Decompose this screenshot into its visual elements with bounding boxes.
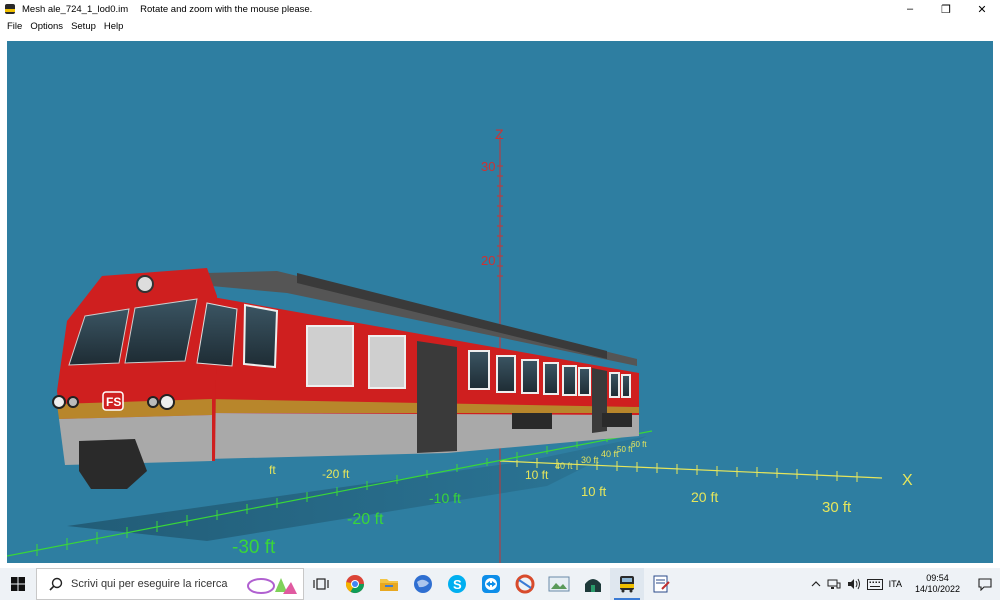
clock[interactable]: 09:54 14/10/2022 — [905, 568, 970, 600]
y-tick-minus10: -10 ft — [429, 490, 461, 506]
windshield-right — [124, 298, 198, 364]
minimize-button[interactable]: – — [892, 0, 928, 18]
front-light-left-1 — [52, 395, 66, 409]
x-tick-20: 20 ft — [691, 489, 718, 505]
passenger-door-1 — [417, 341, 457, 453]
restore-button[interactable]: ❐ — [928, 0, 964, 18]
system-tray: ITA 09:54 14/10/2022 — [808, 568, 1000, 600]
3d-viewport[interactable]: Z 30 20 X 10 ft 10 ft 20 ft 30 ft -10 ft… — [7, 41, 993, 563]
tray-chevron-icon[interactable] — [808, 568, 824, 600]
notification-icon[interactable] — [970, 568, 1000, 600]
y-tick-minus20-back: -20 ft — [322, 467, 350, 481]
start-button[interactable] — [0, 568, 36, 600]
z-axis-label: Z — [495, 126, 504, 142]
menu-setup[interactable]: Setup — [67, 21, 100, 32]
near-tick-60: 60 ft — [631, 440, 647, 449]
x-axis-label: X — [902, 472, 913, 489]
clock-time: 09:54 — [926, 573, 949, 583]
bogie-mid — [512, 413, 552, 429]
bogie-rear — [602, 413, 632, 427]
window-title: Mesh ale_724_1_lod0.im — [22, 3, 129, 15]
task-view-icon[interactable] — [304, 568, 338, 600]
game-icon[interactable] — [576, 568, 610, 600]
scene-svg: Z 30 20 X 10 ft 10 ft 20 ft 30 ft -10 ft… — [7, 126, 913, 563]
side-window-6 — [578, 367, 591, 396]
vent-grille-2 — [368, 335, 406, 389]
network-icon[interactable] — [824, 568, 844, 600]
taskbar: Scrivi qui per eseguire la ricerca S ITA… — [0, 568, 1000, 600]
x-tick-30: 30 ft — [822, 499, 852, 516]
side-window-2 — [496, 355, 516, 393]
side-window-8 — [621, 374, 631, 398]
front-light-right-1 — [159, 394, 175, 410]
menu-bar: File Options Setup Help — [0, 18, 1000, 34]
near-tick-30: 30 ft — [581, 455, 599, 465]
editor-icon[interactable] — [644, 568, 678, 600]
y-tick-minus20: -20 ft — [347, 511, 384, 528]
keyboard-icon[interactable] — [864, 568, 886, 600]
ccleaner-icon[interactable] — [508, 568, 542, 600]
skype-icon[interactable]: S — [440, 568, 474, 600]
x-tick-10b: 10 ft — [581, 484, 607, 499]
search-highlight-icon — [247, 578, 297, 594]
svg-text:S: S — [453, 577, 462, 592]
front-coupler — [79, 439, 147, 489]
teamviewer-icon[interactable] — [474, 568, 508, 600]
browser-globe-icon[interactable] — [406, 568, 440, 600]
y-tick-ft-back: ft — [269, 463, 276, 477]
menu-file[interactable]: File — [3, 21, 26, 32]
front-light-right-2 — [147, 396, 159, 408]
clock-date: 14/10/2022 — [914, 584, 960, 594]
x-tick-10a: 10 ft — [525, 468, 549, 482]
side-window-7 — [609, 372, 620, 398]
search-box[interactable]: Scrivi qui per eseguire la ricerca — [36, 568, 304, 600]
train-model: FS — [52, 268, 639, 489]
windows-logo-icon — [11, 577, 25, 591]
z-tick-20: 20 — [481, 253, 495, 268]
near-tick-40b: 40 ft — [555, 461, 573, 471]
side-window-1 — [468, 350, 490, 390]
search-placeholder: Scrivi qui per eseguire la ricerca — [71, 578, 228, 590]
z-tick-30: 30 — [481, 159, 495, 174]
language-indicator[interactable]: ITA — [886, 568, 905, 600]
search-icon — [49, 577, 63, 591]
vent-grille-1 — [306, 325, 354, 387]
volume-icon[interactable] — [844, 568, 864, 600]
cab-window-2 — [242, 303, 279, 369]
side-window-4 — [543, 362, 559, 395]
y-tick-minus30: -30 ft — [232, 537, 276, 558]
menu-help[interactable]: Help — [100, 21, 128, 32]
image-viewer-icon[interactable] — [542, 568, 576, 600]
menu-options[interactable]: Options — [26, 21, 67, 32]
window-hint: Rotate and zoom with the mouse please. — [140, 3, 313, 15]
chrome-icon[interactable] — [338, 568, 372, 600]
top-headlight — [136, 275, 154, 293]
file-explorer-icon[interactable] — [372, 568, 406, 600]
side-window-3 — [521, 359, 539, 394]
side-window-5 — [562, 365, 577, 396]
front-light-left-2 — [67, 396, 79, 408]
close-button[interactable]: ✕ — [964, 0, 1000, 18]
train-app-icon[interactable] — [610, 568, 644, 600]
fs-logo: FS — [106, 395, 121, 409]
taskbar-apps: S — [304, 568, 678, 600]
title-bar: Mesh ale_724_1_lod0.im Rotate and zoom w… — [0, 0, 1000, 18]
app-icon — [4, 3, 16, 15]
